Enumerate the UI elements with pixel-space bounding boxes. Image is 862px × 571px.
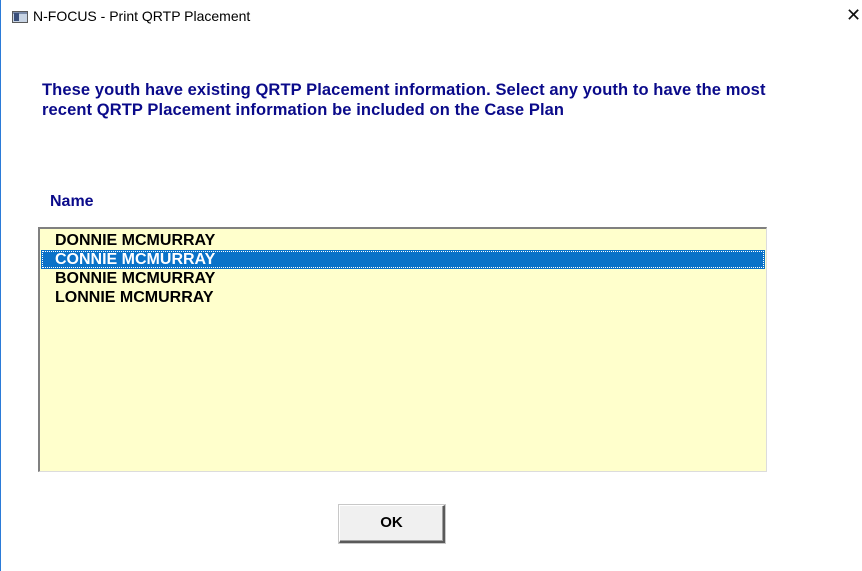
list-item-connie-mcmurray[interactable]: CONNIE MCMURRAY xyxy=(41,250,765,269)
app-icon-pane xyxy=(14,13,19,21)
list-item-lonnie-mcmurray[interactable]: LONNIE MCMURRAY xyxy=(41,288,765,307)
title-bar[interactable]: N-FOCUS - Print QRTP Placement ✕ xyxy=(1,0,862,34)
instruction-message: These youth have existing QRTP Placement… xyxy=(42,81,766,119)
youth-listbox[interactable]: DONNIE MCMURRAY CONNIE MCMURRAY BONNIE M… xyxy=(38,227,767,472)
dialog-window: N-FOCUS - Print QRTP Placement ✕ These y… xyxy=(0,0,862,571)
window-app-icon[interactable] xyxy=(12,11,28,23)
close-icon[interactable]: ✕ xyxy=(846,5,862,27)
name-column-header: Name xyxy=(50,193,94,210)
list-item-donnie-mcmurray[interactable]: DONNIE MCMURRAY xyxy=(41,231,765,250)
ok-button[interactable]: OK xyxy=(339,505,445,543)
list-item-bonnie-mcmurray[interactable]: BONNIE MCMURRAY xyxy=(41,269,765,288)
window-title: N-FOCUS - Print QRTP Placement xyxy=(33,8,251,24)
